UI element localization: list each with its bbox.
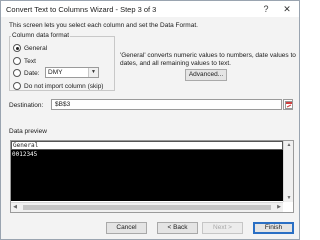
destination-value: $B$3 bbox=[55, 101, 71, 108]
title-bar: Convert Text to Columns Wizard - Step 3 … bbox=[1, 1, 299, 17]
text-to-columns-dialog: Convert Text to Columns Wizard - Step 3 … bbox=[0, 0, 300, 240]
radio-text[interactable]: Text bbox=[13, 56, 36, 66]
range-selector-icon[interactable] bbox=[283, 99, 293, 110]
radio-date-label: Date: bbox=[24, 69, 40, 77]
radio-text-label: Text bbox=[24, 57, 36, 65]
vertical-scrollbar[interactable]: ▲ ▼ bbox=[283, 141, 293, 202]
column-format-legend: Column data format bbox=[11, 32, 71, 39]
radio-date-button[interactable] bbox=[13, 69, 21, 77]
data-preview-label: Data preview bbox=[9, 128, 47, 135]
data-preview-column[interactable] bbox=[11, 150, 283, 201]
scroll-right-icon[interactable]: ▶ bbox=[275, 204, 283, 210]
scroll-down-icon[interactable]: ▼ bbox=[284, 195, 294, 201]
finish-button[interactable]: Finish bbox=[253, 222, 294, 234]
scroll-left-icon[interactable]: ◀ bbox=[11, 204, 19, 210]
intro-text: This screen lets you select each column … bbox=[9, 22, 198, 29]
radio-general-label: General bbox=[24, 44, 48, 52]
horizontal-scroll-thumb[interactable] bbox=[23, 205, 271, 210]
scroll-up-icon[interactable]: ▲ bbox=[284, 142, 294, 148]
next-button[interactable]: Next > bbox=[202, 222, 243, 234]
radio-skip[interactable]: Do not import column (skip) bbox=[13, 81, 103, 91]
date-format-select[interactable]: DMY ▼ bbox=[45, 67, 99, 78]
radio-general[interactable]: General bbox=[13, 43, 47, 53]
destination-input[interactable]: $B$3 bbox=[51, 99, 282, 110]
radio-text-button[interactable] bbox=[13, 57, 21, 65]
radio-date[interactable]: Date: bbox=[13, 68, 40, 78]
back-button[interactable]: < Back bbox=[157, 222, 198, 234]
radio-general-button[interactable] bbox=[13, 44, 21, 52]
format-description: 'General' converts numeric values to num… bbox=[120, 52, 296, 67]
data-preview-header[interactable]: General bbox=[11, 141, 283, 150]
data-preview-value: 0012345 bbox=[12, 151, 38, 158]
date-format-value: DMY bbox=[48, 69, 63, 76]
advanced-button[interactable]: Advanced... bbox=[185, 69, 227, 81]
radio-skip-button[interactable] bbox=[13, 82, 21, 90]
help-icon[interactable]: ? bbox=[259, 3, 273, 15]
cancel-button[interactable]: Cancel bbox=[106, 222, 147, 234]
destination-label: Destination: bbox=[9, 102, 44, 109]
close-icon[interactable]: ✕ bbox=[280, 3, 294, 15]
range-selector-glyph bbox=[285, 101, 293, 109]
radio-skip-label: Do not import column (skip) bbox=[24, 82, 104, 90]
chevron-down-icon[interactable]: ▼ bbox=[88, 68, 98, 77]
horizontal-scrollbar[interactable]: ◀ ▶ bbox=[11, 202, 283, 212]
window-title: Convert Text to Columns Wizard - Step 3 … bbox=[6, 5, 157, 14]
